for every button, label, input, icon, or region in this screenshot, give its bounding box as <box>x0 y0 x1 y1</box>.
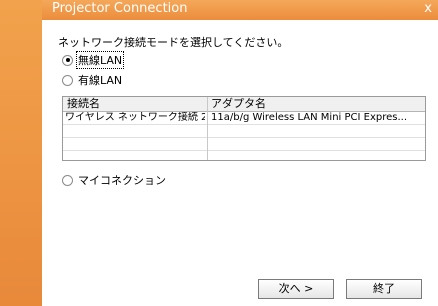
table-row-empty <box>63 125 425 138</box>
adapter-table[interactable]: 接続名 アダプタ名 ワイヤレス ネットワーク接続 2 11a/b/g Wirel… <box>62 96 426 161</box>
wireless-lan-radio[interactable] <box>62 54 73 66</box>
side-accent-bar <box>0 0 42 306</box>
next-button[interactable]: 次へ > <box>258 279 334 299</box>
wireless-lan-label[interactable]: 無線LAN <box>75 51 125 69</box>
wired-lan-label[interactable]: 有線LAN <box>77 72 123 88</box>
close-icon[interactable]: x <box>424 1 432 16</box>
table-header: 接続名 アダプタ名 <box>63 97 425 112</box>
wired-lan-option[interactable]: 有線LAN <box>62 72 123 88</box>
column-divider <box>207 97 208 160</box>
table-row[interactable]: ワイヤレス ネットワーク接続 2 11a/b/g Wireless LAN Mi… <box>63 112 425 125</box>
table-cell-connection-name: ワイヤレス ネットワーク接続 2 <box>65 112 205 123</box>
my-connection-label[interactable]: マイコネクション <box>77 172 167 188</box>
window-title: Projector Connection <box>52 1 188 16</box>
table-row-empty <box>63 138 425 151</box>
wireless-lan-option[interactable]: 無線LAN <box>62 51 125 69</box>
wired-lan-radio[interactable] <box>62 74 73 86</box>
column-header-adapter-name[interactable]: アダプタ名 <box>211 97 266 111</box>
instruction-text: ネットワーク接続モードを選択してください。 <box>58 36 289 49</box>
my-connection-radio[interactable] <box>62 174 73 186</box>
finish-button[interactable]: 終了 <box>346 279 422 299</box>
my-connection-option[interactable]: マイコネクション <box>62 172 167 188</box>
column-header-connection-name[interactable]: 接続名 <box>67 97 100 111</box>
table-cell-adapter-name: 11a/b/g Wireless LAN Mini PCI Expres... <box>211 112 408 123</box>
